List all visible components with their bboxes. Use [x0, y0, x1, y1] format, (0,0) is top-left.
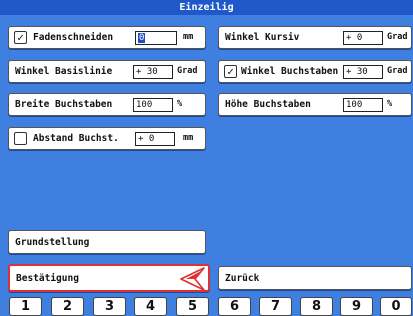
winkel-kursiv-unit: Grad — [387, 32, 408, 42]
grundstellung-button[interactable]: Grundstellung — [8, 230, 206, 254]
breite-buchstaben-label: Breite Buchstaben — [15, 99, 113, 110]
winkel-kursiv-label: Winkel Kursiv — [225, 32, 300, 43]
winkel-buchstaben-unit: Grad — [387, 66, 408, 76]
key-5[interactable]: 5 — [176, 297, 209, 316]
breite-buchstaben-field[interactable]: Breite Buchstaben 100 % — [8, 93, 206, 116]
breite-buchstaben-input[interactable]: 100 — [133, 98, 173, 112]
key-6[interactable]: 6 — [218, 297, 251, 316]
fadenschneiden-label: Fadenschneiden — [33, 32, 114, 43]
hoehe-buchstaben-field[interactable]: Höhe Buchstaben 100 % — [218, 93, 412, 116]
winkel-buchstaben-input[interactable]: + 30 — [343, 65, 383, 79]
key-3[interactable]: 3 — [93, 297, 126, 316]
fadenschneiden-unit: mm — [183, 32, 194, 42]
key-2[interactable]: 2 — [51, 297, 84, 316]
key-4[interactable]: 4 — [134, 297, 167, 316]
abstand-buchst-checkbox[interactable] — [14, 132, 27, 145]
winkel-basislinie-label: Winkel Basislinie — [15, 66, 113, 77]
numeric-keypad: 1 2 3 4 5 6 7 8 9 0 — [0, 297, 413, 316]
breite-buchstaben-unit: % — [177, 99, 183, 109]
check-icon: ✓ — [227, 65, 234, 78]
winkel-basislinie-field[interactable]: Winkel Basislinie + 30 Grad — [8, 60, 206, 83]
winkel-buchstaben-field[interactable]: ✓ Winkel Buchstaben + 30 Grad — [218, 60, 412, 83]
abstand-buchst-input[interactable]: + 0 — [135, 132, 175, 146]
fadenschneiden-field[interactable]: ✓ Fadenschneiden 0 mm — [8, 26, 206, 49]
red-arrow-icon — [180, 267, 205, 291]
key-1[interactable]: 1 — [9, 297, 42, 316]
winkel-basislinie-input[interactable]: + 30 — [133, 65, 173, 79]
winkel-kursiv-field[interactable]: Winkel Kursiv + 0 Grad — [218, 26, 412, 49]
abstand-buchst-label: Abstand Buchst. — [33, 133, 119, 144]
winkel-kursiv-input[interactable]: + 0 — [343, 31, 383, 45]
abstand-buchst-field[interactable]: Abstand Buchst. + 0 mm — [8, 127, 206, 150]
fadenschneiden-input[interactable]: 0 — [135, 31, 177, 45]
hoehe-buchstaben-label: Höhe Buchstaben — [225, 99, 311, 110]
winkel-buchstaben-checkbox[interactable]: ✓ — [224, 65, 237, 78]
winkel-buchstaben-label: Winkel Buchstaben — [241, 66, 339, 77]
key-9[interactable]: 9 — [340, 297, 373, 316]
key-7[interactable]: 7 — [259, 297, 292, 316]
abstand-buchst-unit: mm — [183, 133, 194, 143]
key-8[interactable]: 8 — [300, 297, 333, 316]
window-title: Einzeilig — [0, 0, 413, 15]
hoehe-buchstaben-input[interactable]: 100 — [343, 98, 383, 112]
key-0[interactable]: 0 — [380, 297, 412, 316]
fadenschneiden-checkbox[interactable]: ✓ — [14, 31, 27, 44]
check-icon: ✓ — [17, 31, 24, 44]
bestaetigung-button[interactable]: Bestätigung — [8, 264, 210, 292]
zurueck-button[interactable]: Zurück — [218, 266, 412, 290]
winkel-basislinie-unit: Grad — [177, 66, 198, 76]
hoehe-buchstaben-unit: % — [387, 99, 393, 109]
